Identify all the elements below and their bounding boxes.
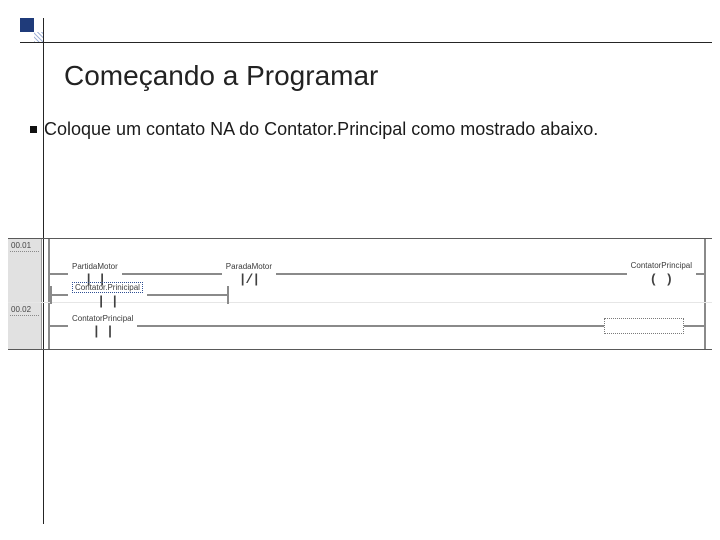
output-coil: ContatorPrincipal ( ) xyxy=(627,261,696,287)
slide-accent-ornament xyxy=(20,18,44,42)
contact-no: ContatorPrincipal | | xyxy=(68,314,137,338)
contact-label: Contator.Prinicipal xyxy=(72,282,143,293)
rung-track: PartidaMotor | | Contator.Prinicipal | | xyxy=(50,239,704,302)
coil-icon: ( ) xyxy=(650,272,673,287)
contact-nc: ParadaMotor |/| xyxy=(222,262,276,286)
contact-no-icon: | | xyxy=(92,325,112,338)
ladder-rung: 00.01 PartidaMotor | | Contator.Prinicip… xyxy=(8,239,712,303)
slide-top-rule xyxy=(20,42,712,43)
contact-label: ParadaMotor xyxy=(226,262,272,271)
left-power-rail xyxy=(42,303,50,349)
rung-number: 00.01 xyxy=(8,239,42,302)
right-power-rail xyxy=(704,239,712,302)
parallel-branch: Contator.Prinicipal | | xyxy=(50,286,240,304)
coil-label: ContatorPrincipal xyxy=(631,261,692,270)
contact-label: PartidaMotor xyxy=(72,262,118,271)
rung-number: 00.02 xyxy=(8,303,42,349)
left-power-rail xyxy=(42,239,50,302)
contact-nc-icon: |/| xyxy=(239,273,259,286)
selection-placeholder xyxy=(604,318,684,334)
bullet-icon xyxy=(30,126,37,133)
right-power-rail xyxy=(704,303,712,349)
contact-label: ContatorPrincipal xyxy=(72,314,133,323)
slide-bullet-text: Coloque um contato NA do Contator.Princi… xyxy=(44,119,598,139)
rung-track: ContatorPrincipal | | xyxy=(50,303,704,349)
slide-title: Começando a Programar xyxy=(64,60,378,92)
slide-body-text: Coloque um contato NA do Contator.Princi… xyxy=(30,118,598,141)
ladder-rung: 00.02 ContatorPrincipal | | xyxy=(8,303,712,349)
ladder-diagram: 00.01 PartidaMotor | | Contator.Prinicip… xyxy=(8,238,712,350)
contact-no: PartidaMotor | | Contator.Prinicipal | | xyxy=(68,262,122,286)
